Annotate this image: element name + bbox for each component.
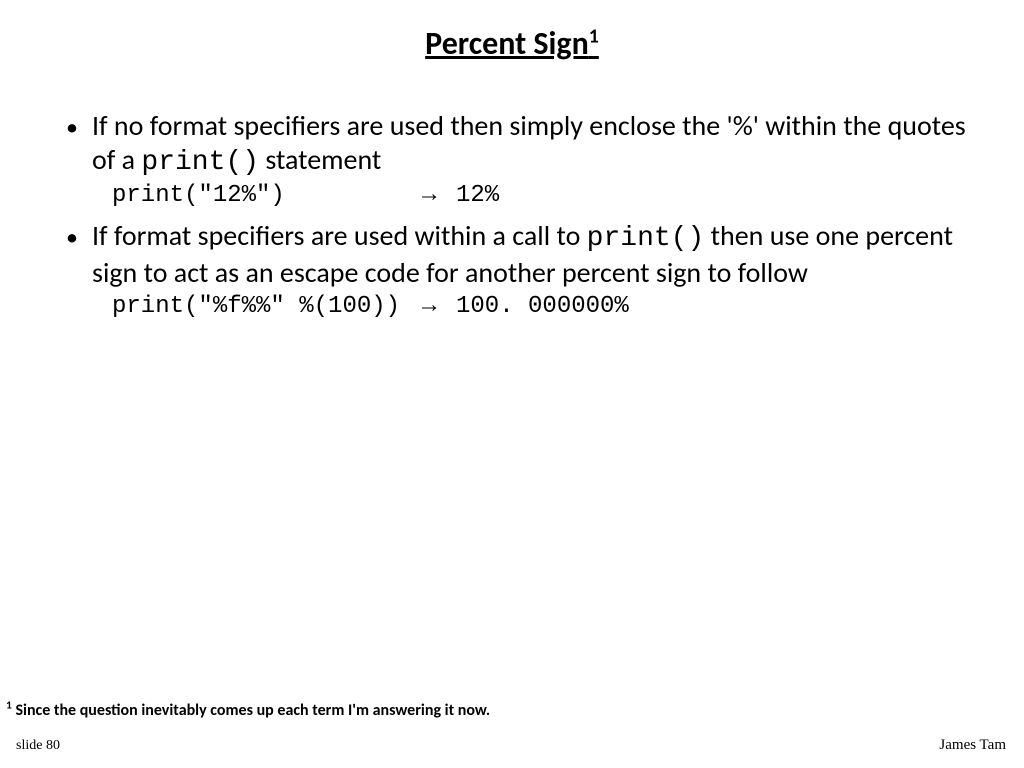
- slide-title: Percent Sign1: [52, 24, 972, 63]
- bullet-1-post: statement: [259, 142, 381, 177]
- bullet-1: •If no format specifiers are used then s…: [52, 109, 972, 180]
- example-1-output: 12%: [456, 182, 499, 209]
- arrow-icon: →: [422, 182, 456, 209]
- bullet-1-code: print(): [141, 147, 259, 178]
- arrow-icon: →: [422, 293, 456, 320]
- example-1: print("12%") → 12%: [112, 182, 972, 209]
- bullet-2-code: print(): [587, 223, 705, 254]
- example-2-output: 100. 000000%: [456, 293, 629, 320]
- title-text: Percent Sign: [425, 24, 589, 63]
- example-2: print("%f%%" %(100)) → 100. 000000%: [112, 293, 972, 320]
- author-name: James Tam: [939, 737, 1006, 754]
- title-superscript: 1: [589, 24, 599, 48]
- bullet-2-pre: If format specifiers are used within a c…: [92, 218, 587, 253]
- example-2-code: print("%f%%" %(100)): [112, 293, 422, 320]
- slide-number: slide 80: [16, 738, 60, 754]
- footnote-text: Since the question inevitably comes up e…: [12, 701, 490, 720]
- footnote: 1 Since the question inevitably comes up…: [6, 701, 490, 720]
- slide: Percent Sign1 •If no format specifiers a…: [0, 0, 1024, 768]
- example-1-code: print("12%"): [112, 182, 422, 209]
- bullet-2: •If format specifiers are used within a …: [52, 219, 972, 290]
